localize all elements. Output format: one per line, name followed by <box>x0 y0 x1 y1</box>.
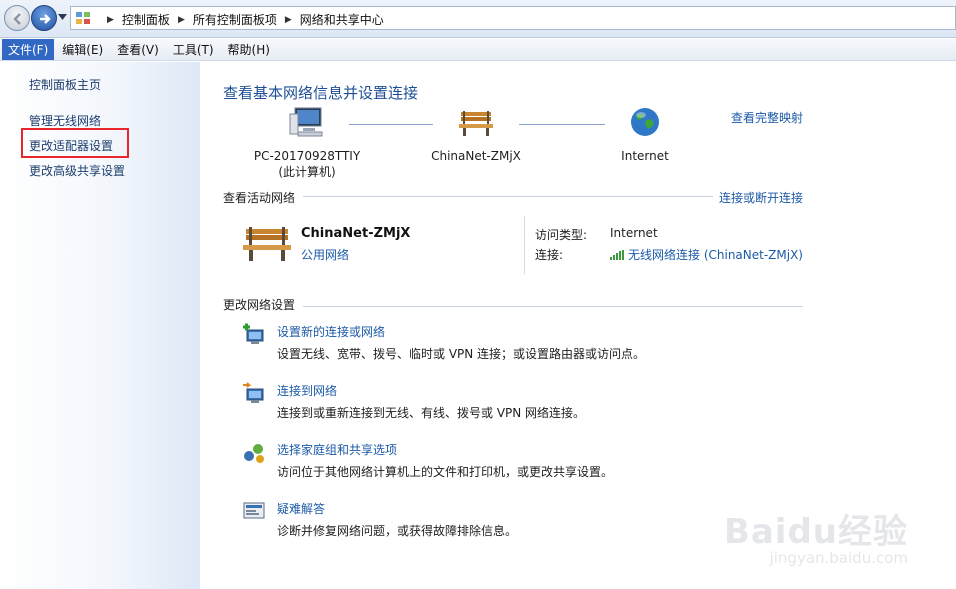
sidebar-item-advanced-sharing[interactable]: 更改高级共享设置 <box>29 162 125 179</box>
breadcrumb-item[interactable]: 网络和共享中心 <box>300 11 384 28</box>
access-type-label: 访问类型: <box>535 228 588 242</box>
homegroup-sharing-desc: 访问位于其他网络计算机上的文件和打印机，或更改共享设置。 <box>277 465 614 479</box>
homegroup-sharing-link[interactable]: 选择家庭组和共享选项 <box>277 441 397 458</box>
bench-icon <box>459 111 493 136</box>
recent-pages-dropdown-icon[interactable] <box>58 14 67 20</box>
homegroup-icon <box>244 444 264 463</box>
computer-name: PC-20170928TTIY <box>253 149 361 163</box>
breadcrumb-separator-icon[interactable]: ▶ <box>285 15 292 25</box>
menu-file[interactable]: 文件(F) <box>2 39 55 60</box>
menu-edit[interactable]: 编辑(E) <box>56 39 109 60</box>
sidebar-item-manage-wireless[interactable]: 管理无线网络 <box>29 112 101 129</box>
connect-disconnect-link[interactable]: 连接或断开连接 <box>719 189 803 206</box>
setup-connection-desc: 设置无线、宽带、拨号、临时或 VPN 连接；或设置路由器或访问点。 <box>277 347 646 361</box>
troubleshoot-icon <box>243 502 265 519</box>
access-type-value: Internet <box>610 226 658 240</box>
wireless-connection-link[interactable]: 无线网络连接 (ChinaNet-ZMjX) <box>610 246 803 263</box>
highlight-annotation-box <box>21 128 129 158</box>
section-divider <box>303 196 713 197</box>
forward-button[interactable] <box>31 5 57 31</box>
globe-icon <box>631 108 659 136</box>
internet-label: Internet <box>621 149 669 163</box>
menu-view[interactable]: 查看(V) <box>111 39 165 60</box>
computer-subtitle: (此计算机) <box>278 165 336 179</box>
connection-line <box>349 124 433 125</box>
connect-to-network-desc: 连接到或重新连接到无线、有线、拨号或 VPN 网络连接。 <box>277 406 586 420</box>
signal-bars-icon <box>610 249 624 260</box>
connection-line <box>519 124 605 125</box>
vertical-divider <box>524 216 525 274</box>
setup-connection-link[interactable]: 设置新的连接或网络 <box>277 323 385 340</box>
breadcrumb-separator-icon[interactable]: ▶ <box>107 15 114 25</box>
address-bar-strip: ▶ 控制面板 ▶ 所有控制面板项 ▶ 网络和共享中心 <box>0 0 956 38</box>
page-title: 查看基本网络信息并设置连接 <box>223 84 419 102</box>
menu-bar: 文件(F) 编辑(E) 查看(V) 工具(T) 帮助(H) <box>0 39 956 61</box>
section-divider <box>303 306 803 307</box>
troubleshoot-link[interactable]: 疑难解答 <box>277 500 325 517</box>
address-box[interactable]: ▶ 控制面板 ▶ 所有控制面板项 ▶ 网络和共享中心 <box>70 6 956 30</box>
connection-label: 连接: <box>535 248 564 262</box>
internet-node[interactable]: Internet <box>605 106 685 164</box>
menu-tools[interactable]: 工具(T) <box>167 39 220 60</box>
forward-arrow-icon <box>40 14 51 24</box>
breadcrumb-item[interactable]: 所有控制面板项 <box>193 11 277 28</box>
change-settings-label: 更改网络设置 <box>223 298 296 312</box>
active-network-name: ChinaNet-ZMjX <box>301 226 411 241</box>
menu-help[interactable]: 帮助(H) <box>222 39 276 60</box>
control-panel-icon <box>76 12 90 24</box>
back-button[interactable] <box>4 5 30 31</box>
network-node[interactable]: ChinaNet-ZMjX <box>426 106 526 164</box>
network-node-name: ChinaNet-ZMjX <box>431 149 521 163</box>
connect-to-network-link[interactable]: 连接到网络 <box>277 382 337 399</box>
sidebar-item-control-panel-home[interactable]: 控制面板主页 <box>29 76 101 93</box>
watermark-main-text: Baidu经验 <box>723 512 908 552</box>
breadcrumb: ▶ 控制面板 ▶ 所有控制面板项 ▶ 网络和共享中心 <box>99 11 384 28</box>
back-arrow-icon <box>13 13 21 25</box>
active-networks-label: 查看活动网络 <box>223 191 296 205</box>
wireless-connection-text: 无线网络连接 (ChinaNet-ZMjX) <box>628 248 803 262</box>
computer-node[interactable]: PC-20170928TTIY (此计算机) <box>252 106 362 180</box>
breadcrumb-item[interactable]: 控制面板 <box>122 11 170 28</box>
new-connection-icon <box>243 323 264 344</box>
computer-icon <box>289 107 323 137</box>
view-full-map-link[interactable]: 查看完整映射 <box>731 109 803 126</box>
breadcrumb-separator-icon[interactable]: ▶ <box>178 15 185 25</box>
network-type-link[interactable]: 公用网络 <box>301 246 349 263</box>
connect-network-icon <box>243 382 264 403</box>
baidu-watermark: Baidu经验 jingyan.baidu.com <box>724 504 908 567</box>
bench-icon <box>243 227 291 261</box>
troubleshoot-desc: 诊断并修复网络问题，或获得故障排除信息。 <box>277 524 518 538</box>
